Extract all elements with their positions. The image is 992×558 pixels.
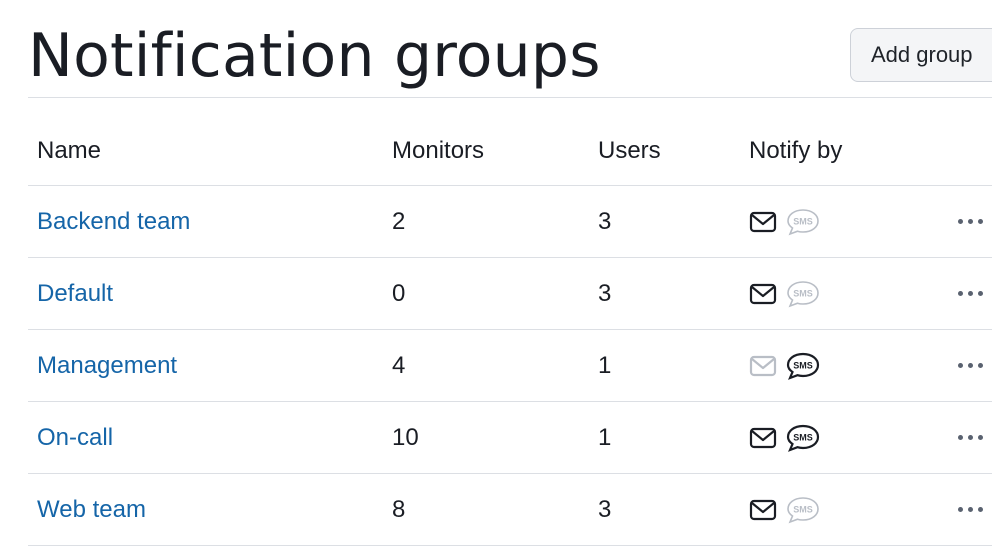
group-name-link[interactable]: Web team [37,496,146,524]
envelope-icon [749,283,777,305]
users-count: 1 [598,351,612,379]
column-header-name[interactable]: Name [37,116,101,187]
group-name-link[interactable]: Backend team [37,208,190,236]
svg-text:SMS: SMS [793,504,813,514]
notify-by-channels: SMS [749,186,829,257]
more-horizontal-icon[interactable] [958,503,983,516]
more-horizontal-icon[interactable] [958,359,983,372]
group-name-link[interactable]: Management [37,352,177,380]
table-header-row: Name Monitors Users Notify by [28,116,992,186]
notify-by-channels: SMS [749,474,829,545]
envelope-icon [749,499,777,521]
notification-groups-table: Name Monitors Users Notify by Backend te… [28,116,992,546]
page-title: Notification groups [28,21,601,91]
title-divider [28,97,992,98]
column-header-notify-by: Notify by [749,136,843,164]
svg-text:SMS: SMS [793,432,813,442]
svg-text:SMS: SMS [793,288,813,298]
table-row: Management 4 1 SMS [28,330,992,402]
users-count: 1 [598,423,612,451]
notify-by-channels: SMS [749,258,829,329]
monitors-count: 0 [392,279,406,307]
notify-by-channels: SMS [749,402,829,473]
notify-by-channels: SMS [749,330,829,401]
envelope-icon [749,427,777,449]
group-name-link[interactable]: On-call [37,424,113,452]
table-row: Default 0 3 SMS [28,258,992,330]
monitors-count: 10 [392,423,419,451]
sms-bubble-icon: SMS [785,280,821,308]
sms-bubble-icon: SMS [785,424,821,452]
add-group-button[interactable]: Add group [850,28,992,82]
users-count: 3 [598,207,612,235]
sms-bubble-icon: SMS [785,352,821,380]
monitors-count: 2 [392,207,406,235]
svg-text:SMS: SMS [793,360,813,370]
more-horizontal-icon[interactable] [958,215,983,228]
more-horizontal-icon[interactable] [958,287,983,300]
sms-bubble-icon: SMS [785,208,821,236]
table-row: Web team 8 3 SMS [28,474,992,546]
envelope-icon [749,211,777,233]
more-horizontal-icon[interactable] [958,431,983,444]
group-name-link[interactable]: Default [37,280,113,308]
table-row: Backend team 2 3 SMS [28,186,992,258]
table-row: On-call 10 1 SMS [28,402,992,474]
monitors-count: 8 [392,495,406,523]
envelope-icon [749,355,777,377]
users-count: 3 [598,495,612,523]
users-count: 3 [598,279,612,307]
svg-text:SMS: SMS [793,216,813,226]
sms-bubble-icon: SMS [785,496,821,524]
column-header-monitors[interactable]: Monitors [392,116,484,187]
column-header-users[interactable]: Users [598,116,661,187]
monitors-count: 4 [392,351,406,379]
notification-groups-page: Notification groups Add group Name Monit… [0,0,992,558]
